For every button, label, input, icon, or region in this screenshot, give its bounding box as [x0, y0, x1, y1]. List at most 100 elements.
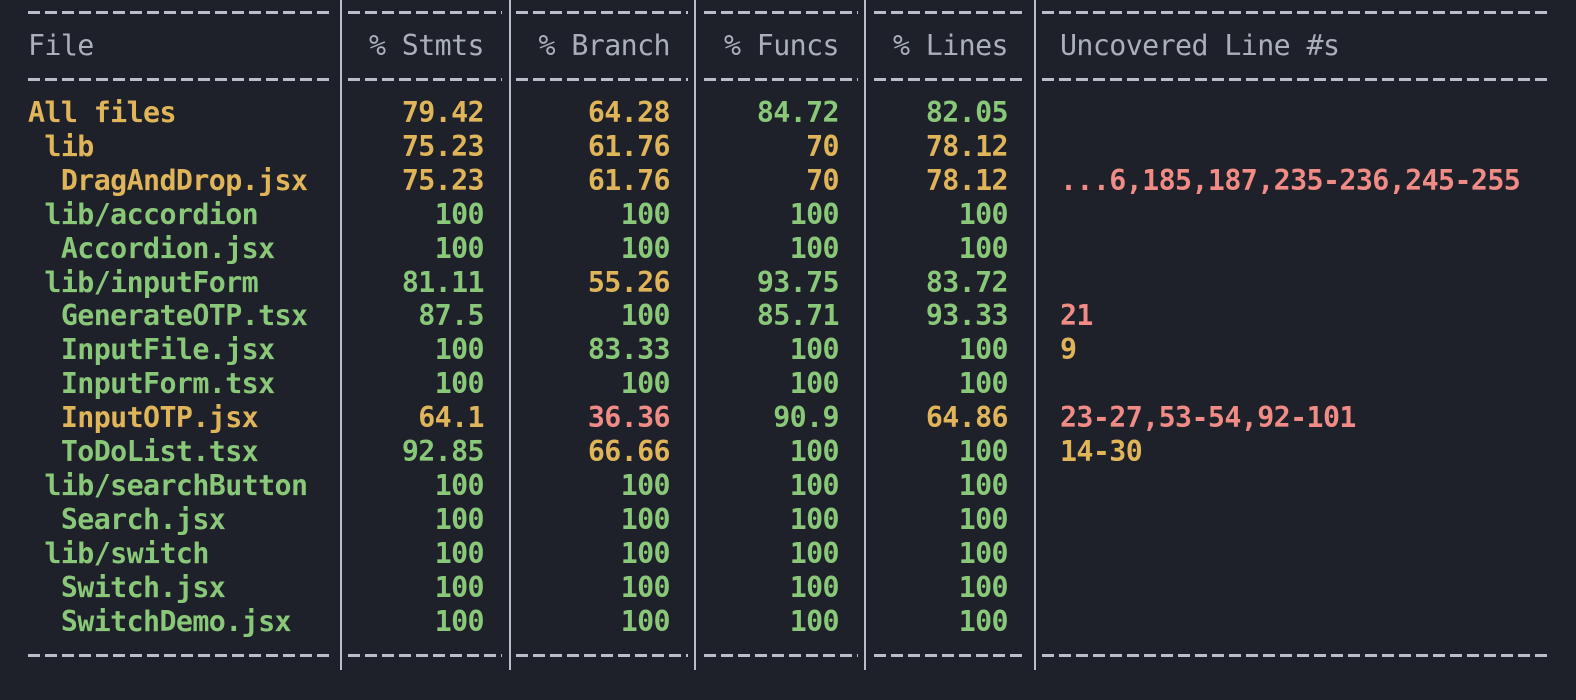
dash-separator-header [704, 78, 858, 81]
table-row-file: SwitchDemo.jsx [28, 604, 292, 638]
table-row-branch: 100 [620, 197, 671, 231]
table-row-lines: 100 [958, 502, 1009, 536]
table-row-file: lib/searchButton [28, 468, 308, 502]
table-row-funcs: 84.72 [756, 96, 840, 129]
table-row-branch: 61.76 [587, 129, 671, 163]
table-row-file: ToDoList.tsx [28, 435, 259, 468]
column-separator [1034, 0, 1036, 670]
table-row-lines: 100 [958, 536, 1009, 570]
table-row-lines: 100 [958, 435, 1009, 468]
dash-separator-top [516, 11, 688, 14]
dash-separator-bottom [348, 654, 502, 657]
table-row-uncovered: ...6,185,187,235-236,245-255 [1060, 163, 1521, 197]
header-file: File [28, 29, 94, 62]
table-row-stmts: 100 [434, 536, 485, 570]
dash-separator-bottom [704, 654, 858, 657]
table-row-funcs: 90.9 [773, 401, 839, 435]
table-row-funcs: 70 [806, 129, 839, 163]
table-row-branch: 64.28 [587, 96, 671, 129]
table-row-funcs: 100 [789, 333, 840, 367]
dash-separator-bottom [1042, 654, 1548, 657]
table-row-funcs: 100 [789, 367, 840, 401]
table-row-lines: 93.33 [925, 299, 1009, 333]
table-row-funcs: 93.75 [756, 265, 840, 299]
dash-separator-header [1042, 78, 1548, 81]
table-row-file: DragAndDrop.jsx [28, 163, 308, 197]
table-row-uncovered: 9 [1060, 333, 1077, 367]
dash-separator-top [348, 11, 502, 14]
table-row-file: All files [28, 96, 177, 129]
table-row-lines: 100 [958, 468, 1009, 502]
dash-separator-top [28, 11, 332, 14]
column-separator [509, 0, 511, 670]
dash-separator-top [1042, 11, 1548, 14]
dash-separator-header [28, 78, 332, 81]
table-row-branch: 100 [620, 536, 671, 570]
header-stmts: % Stmts [368, 29, 485, 62]
table-row-branch: 66.66 [587, 435, 671, 468]
table-row-file: lib/inputForm [28, 265, 259, 299]
table-row-stmts: 100 [434, 231, 485, 265]
table-row-file: GenerateOTP.tsx [28, 299, 308, 333]
table-row-funcs: 100 [789, 604, 840, 638]
table-row-stmts: 87.5 [418, 299, 484, 333]
table-row-stmts: 92.85 [401, 435, 485, 468]
table-row-file: lib/accordion [28, 197, 259, 231]
table-row-lines: 100 [958, 197, 1009, 231]
table-row-file: lib/switch [28, 536, 209, 570]
table-row-file: InputOTP.jsx [28, 401, 259, 435]
table-row-funcs: 100 [789, 570, 840, 604]
table-row-lines: 100 [958, 604, 1009, 638]
dash-separator-top [704, 11, 858, 14]
table-row-funcs: 100 [789, 502, 840, 536]
table-row-branch: 100 [620, 468, 671, 502]
dash-separator-bottom [28, 654, 332, 657]
table-row-stmts: 100 [434, 570, 485, 604]
table-row-file: InputForm.tsx [28, 367, 275, 401]
table-row-uncovered: 23-27,53-54,92-101 [1060, 401, 1356, 435]
column-separator [694, 0, 696, 670]
table-row-stmts: 79.42 [401, 96, 485, 129]
table-row-stmts: 100 [434, 604, 485, 638]
header-uncovered: Uncovered Line #s [1060, 29, 1340, 62]
table-row-branch: 100 [620, 570, 671, 604]
table-row-stmts: 81.11 [401, 265, 485, 299]
table-row-funcs: 100 [789, 231, 840, 265]
table-row-lines: 78.12 [925, 163, 1009, 197]
table-row-file: InputFile.jsx [28, 333, 275, 367]
dash-separator-top [874, 11, 1027, 14]
header-branch: % Branch [538, 29, 671, 62]
table-row-lines: 78.12 [925, 129, 1009, 163]
table-row-funcs: 100 [789, 197, 840, 231]
table-row-lines: 100 [958, 333, 1009, 367]
table-row-branch: 36.36 [587, 401, 671, 435]
table-row-stmts: 100 [434, 468, 485, 502]
table-row-funcs: 100 [789, 435, 840, 468]
table-row-funcs: 100 [789, 468, 840, 502]
table-row-branch: 61.76 [587, 163, 671, 197]
table-row-branch: 100 [620, 604, 671, 638]
table-row-uncovered: 14-30 [1060, 435, 1143, 468]
dash-separator-header [516, 78, 688, 81]
table-row-branch: 100 [620, 367, 671, 401]
table-row-lines: 64.86 [925, 401, 1009, 435]
table-row-branch: 100 [620, 299, 671, 333]
table-row-stmts: 75.23 [401, 163, 485, 197]
table-row-stmts: 100 [434, 333, 485, 367]
table-row-branch: 55.26 [587, 265, 671, 299]
table-row-branch: 100 [620, 231, 671, 265]
table-row-file: lib [28, 129, 94, 163]
table-row-funcs: 85.71 [756, 299, 840, 333]
table-row-uncovered: 21 [1060, 299, 1093, 333]
header-funcs: % Funcs [723, 29, 840, 62]
table-row-branch: 83.33 [587, 333, 671, 367]
table-row-file: Switch.jsx [28, 570, 226, 604]
table-row-lines: 83.72 [925, 265, 1009, 299]
table-row-file: Accordion.jsx [28, 231, 275, 265]
table-row-lines: 100 [958, 231, 1009, 265]
dash-separator-header [348, 78, 502, 81]
dash-separator-bottom [874, 654, 1027, 657]
table-row-stmts: 100 [434, 502, 485, 536]
column-separator [864, 0, 866, 670]
table-row-branch: 100 [620, 502, 671, 536]
